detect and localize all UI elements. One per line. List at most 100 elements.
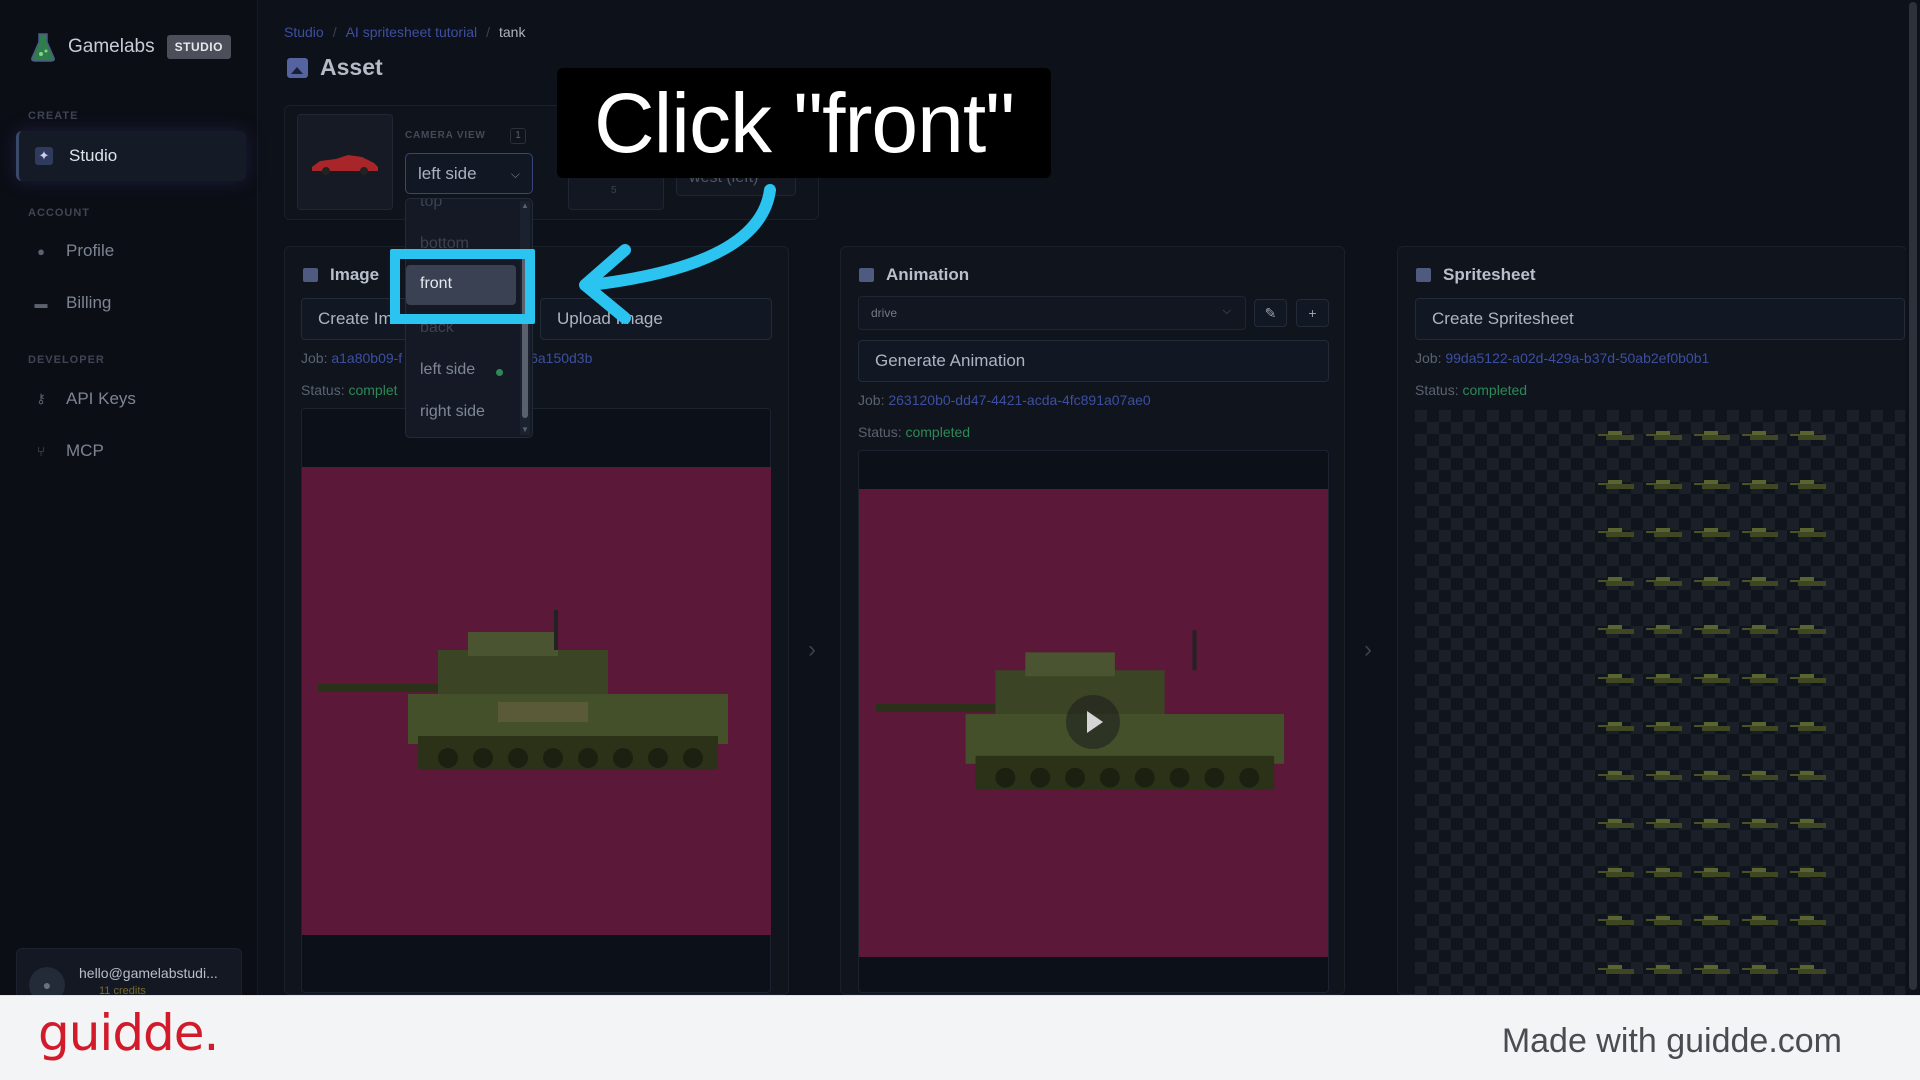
sprite-frame bbox=[1598, 477, 1636, 489]
sidebar: Gamelabs STUDIO CREATE ✦ Studio ACCOUNT … bbox=[0, 0, 258, 1008]
sprite-frame bbox=[1790, 865, 1828, 877]
chevron-right-icon[interactable]: › bbox=[808, 636, 816, 664]
breadcrumb-project[interactable]: AI spritesheet tutorial bbox=[346, 24, 478, 40]
scroll-up-icon[interactable]: ▲ bbox=[520, 201, 530, 210]
sidebar-item-api-keys[interactable]: ⚷ API Keys bbox=[16, 374, 246, 424]
sprite-frame bbox=[1598, 816, 1636, 828]
sprite-frame bbox=[1598, 574, 1636, 586]
scrollbar-thumb[interactable] bbox=[1909, 2, 1917, 990]
sprite-frame bbox=[1694, 768, 1732, 780]
status-label: Status: bbox=[858, 424, 902, 440]
sprite-frame bbox=[1790, 719, 1828, 731]
scroll-down-icon[interactable]: ▼ bbox=[520, 425, 530, 434]
job-id[interactable]: a1a80b09-f bbox=[331, 350, 402, 366]
option-left-side[interactable]: left side bbox=[420, 361, 475, 379]
chevron-right-icon[interactable]: › bbox=[1364, 636, 1372, 664]
sprite-frame bbox=[1646, 525, 1684, 537]
add-animation-button[interactable]: + bbox=[1296, 299, 1329, 327]
job-id-tail[interactable]: 6a150d3b bbox=[530, 350, 592, 366]
callout-tooltip: Click "front" bbox=[557, 68, 1051, 178]
edit-icon: ✎ bbox=[1264, 305, 1277, 321]
job-label: Job: bbox=[301, 350, 328, 366]
breadcrumb: Studio / AI spritesheet tutorial / tank bbox=[284, 24, 525, 40]
play-icon[interactable] bbox=[1066, 695, 1120, 749]
option-top[interactable]: top bbox=[420, 199, 442, 211]
sprite-frame bbox=[1742, 622, 1780, 634]
animation-card-header: Animation bbox=[859, 265, 969, 285]
sidebar-item-billing[interactable]: ▬ Billing bbox=[16, 278, 246, 328]
sprite-frame bbox=[1598, 428, 1636, 440]
highlight-box bbox=[390, 249, 535, 324]
image-card-title: Image bbox=[330, 265, 380, 284]
sprite-frame bbox=[1646, 477, 1684, 489]
create-spritesheet-button[interactable]: Create Spritesheet bbox=[1415, 298, 1905, 340]
guidde-logo[interactable]: guidde. bbox=[38, 1004, 219, 1062]
breadcrumb-studio[interactable]: Studio bbox=[284, 24, 324, 40]
sidebar-item-mcp[interactable]: ⑂ MCP bbox=[16, 426, 246, 476]
sprite-frame bbox=[1694, 865, 1732, 877]
sprite-frame bbox=[1598, 962, 1636, 974]
sidebar-item-profile[interactable]: ● Profile bbox=[16, 226, 246, 276]
page-scrollbar[interactable] bbox=[1906, 0, 1920, 995]
sprite-frame bbox=[1742, 428, 1780, 440]
sprite-frame bbox=[1646, 719, 1684, 731]
key-icon: ⚷ bbox=[36, 391, 46, 406]
video-icon bbox=[859, 268, 874, 282]
sprite-frame bbox=[1694, 622, 1732, 634]
chevron-down-icon: ⌵ bbox=[1222, 305, 1231, 317]
status-badge: completed bbox=[905, 424, 971, 440]
spritesheet-card-title: Spritesheet bbox=[1443, 265, 1536, 284]
job-id[interactable]: 99da5122-a02d-429a-b37d-50ab2ef0b0b1 bbox=[1445, 350, 1709, 366]
image-card-header: Image bbox=[303, 265, 379, 285]
sprite-frame bbox=[1598, 622, 1636, 634]
brand[interactable]: Gamelabs STUDIO bbox=[30, 32, 231, 62]
camera-view-label: CAMERA VIEW bbox=[405, 130, 486, 141]
animation-select[interactable]: drive ⌵ bbox=[858, 296, 1246, 330]
sprite-frame bbox=[1790, 622, 1828, 634]
sidebar-item-label: MCP bbox=[66, 441, 104, 460]
edit-animation-button[interactable]: ✎ bbox=[1254, 299, 1287, 327]
grid-icon bbox=[1416, 268, 1431, 282]
breadcrumb-current: tank bbox=[499, 24, 526, 40]
section-account-label: ACCOUNT bbox=[28, 207, 90, 219]
sprite-frame bbox=[1790, 816, 1828, 828]
sprite-frame bbox=[1742, 719, 1780, 731]
tank-image bbox=[318, 610, 728, 770]
sprite-frame bbox=[1742, 574, 1780, 586]
spritesheet-status: Status: completed bbox=[1415, 382, 1527, 398]
sprite-frame bbox=[1742, 768, 1780, 780]
mcp-icon: ⑂ bbox=[37, 443, 45, 459]
sprite-frame bbox=[1646, 913, 1684, 925]
camera-view-select[interactable]: left side ⌵ bbox=[405, 153, 533, 194]
sprite-frame bbox=[1790, 574, 1828, 586]
spritesheet-card-header: Spritesheet bbox=[1416, 265, 1536, 285]
job-id[interactable]: 263120b0-dd47-4421-acda-4fc891a07ae0 bbox=[888, 392, 1150, 408]
sidebar-item-label: Profile bbox=[66, 241, 115, 260]
sprite-frame bbox=[1646, 428, 1684, 440]
user-email: hello@gamelabstudi... bbox=[79, 965, 218, 981]
sprite-frame bbox=[1598, 768, 1636, 780]
sprite-frame bbox=[1790, 525, 1828, 537]
selected-dot-icon bbox=[496, 369, 503, 376]
made-with-text[interactable]: Made with guidde.com bbox=[1502, 1022, 1842, 1061]
chevron-down-icon: ⌵ bbox=[510, 167, 520, 181]
sprite-frame bbox=[1646, 962, 1684, 974]
image-icon bbox=[303, 268, 318, 282]
job-label: Job: bbox=[858, 392, 885, 408]
sprite-frame bbox=[1742, 865, 1780, 877]
sidebar-item-studio[interactable]: ✦ Studio bbox=[16, 131, 246, 181]
generate-animation-button[interactable]: Generate Animation bbox=[858, 340, 1329, 382]
sprite-frame bbox=[1742, 913, 1780, 925]
breadcrumb-separator: / bbox=[486, 24, 490, 40]
sprite-frame bbox=[1742, 525, 1780, 537]
plus-icon: + bbox=[1308, 305, 1317, 321]
option-right-side[interactable]: right side bbox=[420, 403, 485, 421]
sprite-frame bbox=[1646, 865, 1684, 877]
sprite-frame bbox=[1598, 913, 1636, 925]
sprite-frame bbox=[1790, 962, 1828, 974]
asset-thumbnail[interactable] bbox=[297, 114, 393, 210]
sprite-frame bbox=[1646, 768, 1684, 780]
studio-badge: STUDIO bbox=[166, 35, 231, 59]
sprite-frame bbox=[1598, 865, 1636, 877]
breadcrumb-separator: / bbox=[332, 24, 337, 40]
